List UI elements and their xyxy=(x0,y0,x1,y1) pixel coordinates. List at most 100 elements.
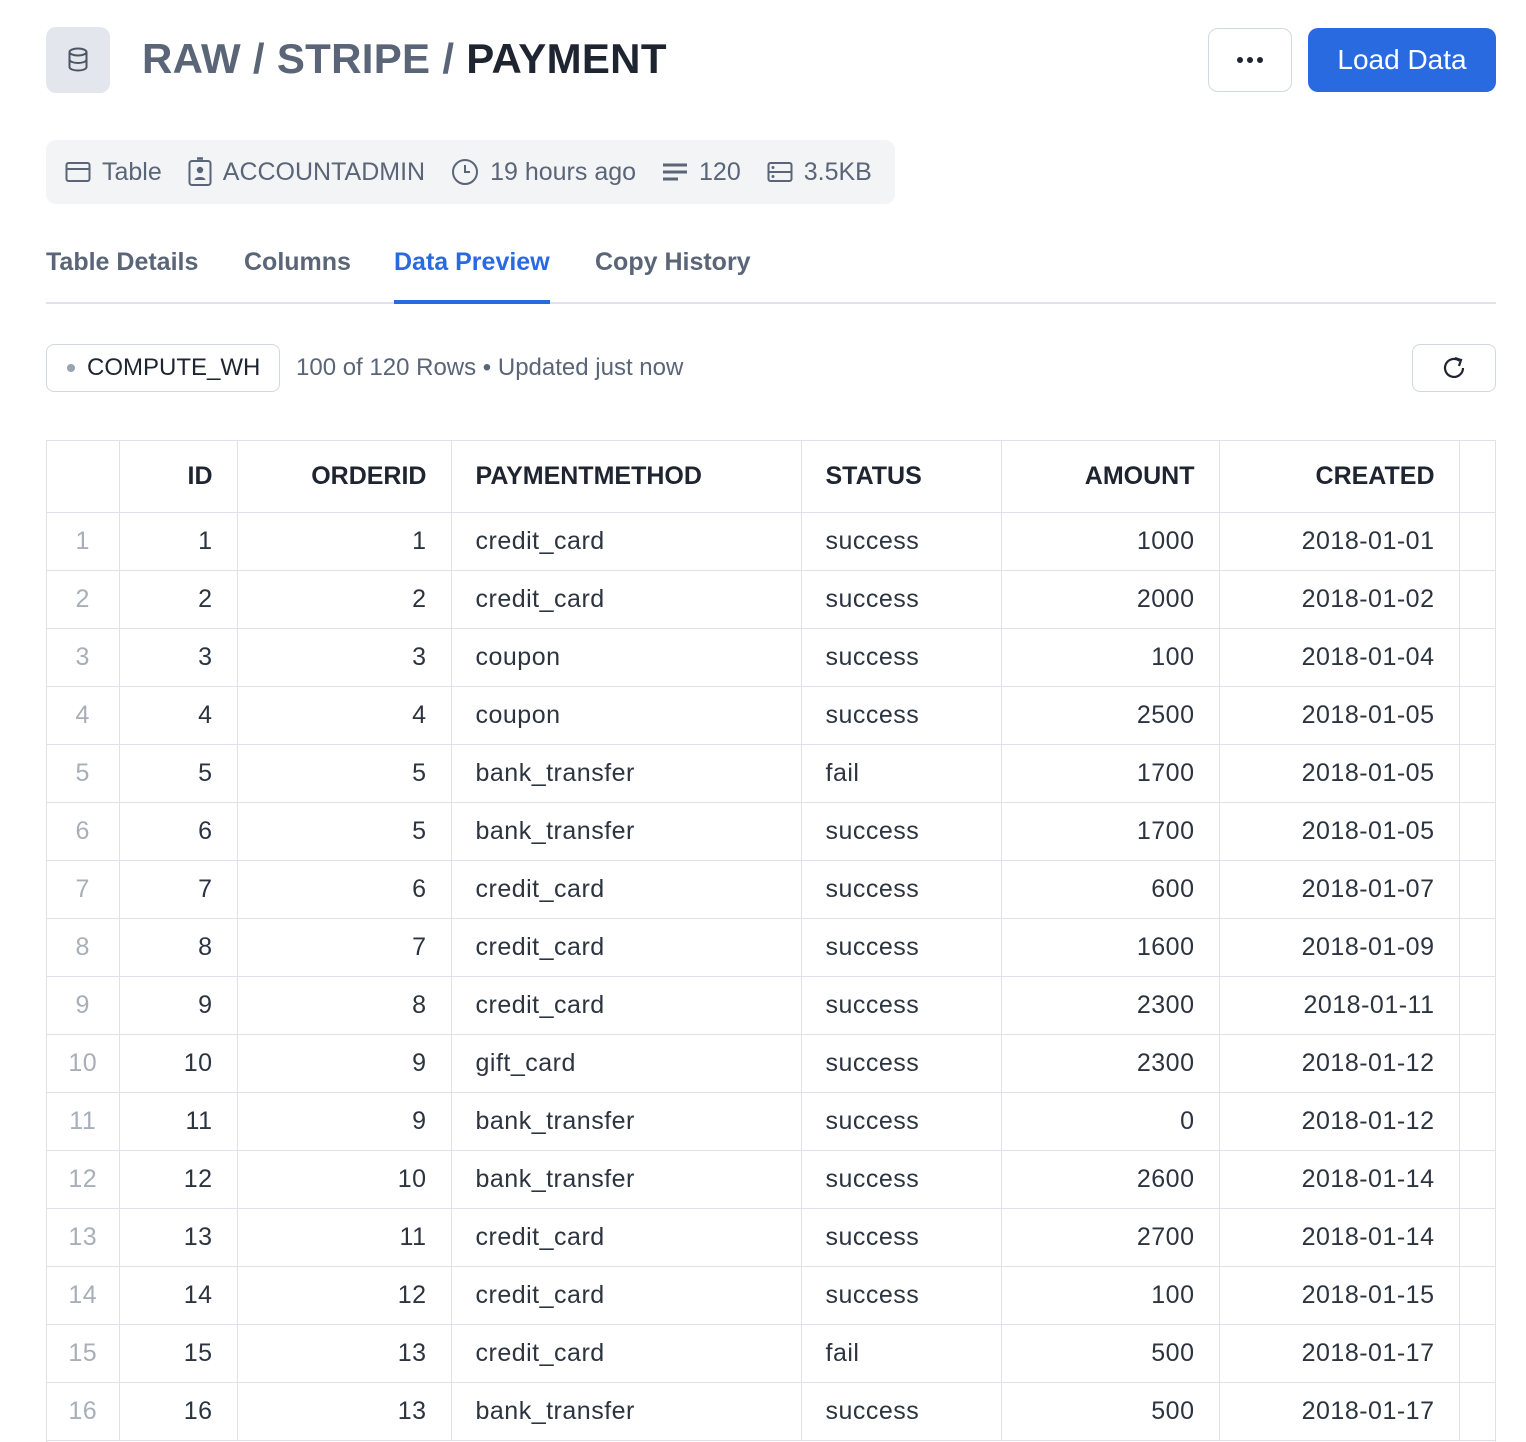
column-header[interactable]: STATUS xyxy=(801,441,1002,513)
refresh-button[interactable] xyxy=(1412,344,1496,392)
cell-id[interactable]: 11 xyxy=(119,1092,238,1151)
cell-amount[interactable]: 1000 xyxy=(1001,512,1220,571)
cell-status[interactable]: success xyxy=(801,1382,1002,1441)
table-row[interactable]: 16 16 13 bank_transfer success 500 2018-01-17 xyxy=(47,1382,1495,1441)
cell-id[interactable]: 12 xyxy=(119,1150,238,1209)
cell-paymentmethod[interactable]: bank_transfer xyxy=(451,1092,802,1151)
cell-created[interactable]: 2018-01-07 xyxy=(1219,860,1460,919)
cell-status[interactable]: fail xyxy=(801,744,1002,803)
row-number[interactable]: 16 xyxy=(47,1382,120,1441)
cell-created[interactable]: 2018-01-09 xyxy=(1219,918,1460,977)
cell-orderid[interactable]: 13 xyxy=(237,1382,452,1441)
cell-amount[interactable]: 100 xyxy=(1001,628,1220,687)
cell-paymentmethod[interactable]: credit_card xyxy=(451,860,802,919)
tab-data-preview[interactable]: Data Preview xyxy=(394,248,550,304)
cell-status[interactable]: success xyxy=(801,570,1002,629)
cell-created[interactable]: 2018-01-05 xyxy=(1219,686,1460,745)
cell-created[interactable]: 2018-01-05 xyxy=(1219,802,1460,861)
cell-paymentmethod[interactable]: gift_card xyxy=(451,1034,802,1093)
cell-id[interactable]: 2 xyxy=(119,570,238,629)
cell-status[interactable]: success xyxy=(801,1092,1002,1151)
table-row[interactable]: 12 12 10 bank_transfer success 2600 2018-01-14 xyxy=(47,1150,1495,1209)
cell-created[interactable]: 2018-01-12 xyxy=(1219,1092,1460,1151)
cell-orderid[interactable]: 4 xyxy=(237,686,452,745)
cell-status[interactable]: success xyxy=(801,860,1002,919)
cell-amount[interactable]: 1700 xyxy=(1001,802,1220,861)
table-row[interactable]: 9 9 8 credit_card success 2300 2018-01-11 xyxy=(47,976,1495,1035)
cell-orderid[interactable]: 6 xyxy=(237,860,452,919)
cell-orderid[interactable]: 1 xyxy=(237,512,452,571)
cell-status[interactable]: success xyxy=(801,918,1002,977)
row-number[interactable]: 6 xyxy=(47,802,120,861)
cell-created[interactable]: 2018-01-04 xyxy=(1219,628,1460,687)
cell-amount[interactable]: 2300 xyxy=(1001,976,1220,1035)
cell-id[interactable]: 5 xyxy=(119,744,238,803)
cell-paymentmethod[interactable]: credit_card xyxy=(451,918,802,977)
cell-amount[interactable]: 2500 xyxy=(1001,686,1220,745)
cell-status[interactable]: success xyxy=(801,1266,1002,1325)
table-row[interactable]: 11 11 9 bank_transfer success 0 2018-01-12 xyxy=(47,1092,1495,1151)
table-row[interactable]: 2 2 2 credit_card success 2000 2018-01-02 xyxy=(47,570,1495,629)
cell-id[interactable]: 9 xyxy=(119,976,238,1035)
cell-orderid[interactable]: 5 xyxy=(237,802,452,861)
cell-created[interactable]: 2018-01-14 xyxy=(1219,1150,1460,1209)
cell-amount[interactable]: 2700 xyxy=(1001,1208,1220,1267)
cell-amount[interactable]: 600 xyxy=(1001,860,1220,919)
cell-amount[interactable]: 2300 xyxy=(1001,1034,1220,1093)
cell-paymentmethod[interactable]: credit_card xyxy=(451,1324,802,1383)
row-number[interactable]: 2 xyxy=(47,570,120,629)
warehouse-selector[interactable]: COMPUTE_WH xyxy=(46,344,280,392)
cell-orderid[interactable]: 11 xyxy=(237,1208,452,1267)
cell-orderid[interactable]: 9 xyxy=(237,1034,452,1093)
cell-id[interactable]: 15 xyxy=(119,1324,238,1383)
cell-amount[interactable]: 2600 xyxy=(1001,1150,1220,1209)
cell-amount[interactable]: 500 xyxy=(1001,1382,1220,1441)
table-row[interactable]: 10 10 9 gift_card success 2300 2018-01-12 xyxy=(47,1034,1495,1093)
cell-status[interactable]: success xyxy=(801,686,1002,745)
row-number[interactable]: 4 xyxy=(47,686,120,745)
cell-paymentmethod[interactable]: coupon xyxy=(451,686,802,745)
row-number[interactable]: 8 xyxy=(47,918,120,977)
table-row[interactable]: 14 14 12 credit_card success 100 2018-01-15 xyxy=(47,1266,1495,1325)
column-header[interactable]: AMOUNT xyxy=(1001,441,1220,513)
cell-status[interactable]: success xyxy=(801,1208,1002,1267)
cell-paymentmethod[interactable]: credit_card xyxy=(451,976,802,1035)
cell-amount[interactable]: 100 xyxy=(1001,1266,1220,1325)
cell-paymentmethod[interactable]: bank_transfer xyxy=(451,1150,802,1209)
cell-status[interactable]: fail xyxy=(801,1324,1002,1383)
cell-paymentmethod[interactable]: credit_card xyxy=(451,1266,802,1325)
row-number[interactable]: 11 xyxy=(47,1092,120,1151)
tab-columns[interactable]: Columns xyxy=(244,248,351,304)
cell-id[interactable]: 4 xyxy=(119,686,238,745)
tab-table-details[interactable]: Table Details xyxy=(46,248,198,304)
cell-orderid[interactable]: 3 xyxy=(237,628,452,687)
cell-id[interactable]: 14 xyxy=(119,1266,238,1325)
cell-amount[interactable]: 0 xyxy=(1001,1092,1220,1151)
table-row[interactable]: 3 3 3 coupon success 100 2018-01-04 xyxy=(47,628,1495,687)
row-number[interactable]: 15 xyxy=(47,1324,120,1383)
cell-id[interactable]: 13 xyxy=(119,1208,238,1267)
cell-created[interactable]: 2018-01-05 xyxy=(1219,744,1460,803)
cell-created[interactable]: 2018-01-15 xyxy=(1219,1266,1460,1325)
cell-paymentmethod[interactable]: bank_transfer xyxy=(451,744,802,803)
row-number[interactable]: 5 xyxy=(47,744,120,803)
cell-created[interactable]: 2018-01-14 xyxy=(1219,1208,1460,1267)
cell-status[interactable]: success xyxy=(801,512,1002,571)
cell-id[interactable]: 3 xyxy=(119,628,238,687)
table-row[interactable]: 7 7 6 credit_card success 600 2018-01-07 xyxy=(47,860,1495,919)
cell-created[interactable]: 2018-01-11 xyxy=(1219,976,1460,1035)
cell-created[interactable]: 2018-01-17 xyxy=(1219,1324,1460,1383)
cell-id[interactable]: 6 xyxy=(119,802,238,861)
column-header[interactable]: PAYMENTMETHOD xyxy=(451,441,802,513)
cell-id[interactable]: 1 xyxy=(119,512,238,571)
cell-created[interactable]: 2018-01-17 xyxy=(1219,1382,1460,1441)
cell-orderid[interactable]: 2 xyxy=(237,570,452,629)
row-number[interactable]: 9 xyxy=(47,976,120,1035)
column-header[interactable]: ORDERID xyxy=(237,441,452,513)
cell-orderid[interactable]: 13 xyxy=(237,1324,452,1383)
breadcrumb-raw[interactable]: RAW xyxy=(142,35,241,82)
cell-orderid[interactable]: 5 xyxy=(237,744,452,803)
row-number[interactable]: 13 xyxy=(47,1208,120,1267)
cell-orderid[interactable]: 12 xyxy=(237,1266,452,1325)
cell-id[interactable]: 16 xyxy=(119,1382,238,1441)
